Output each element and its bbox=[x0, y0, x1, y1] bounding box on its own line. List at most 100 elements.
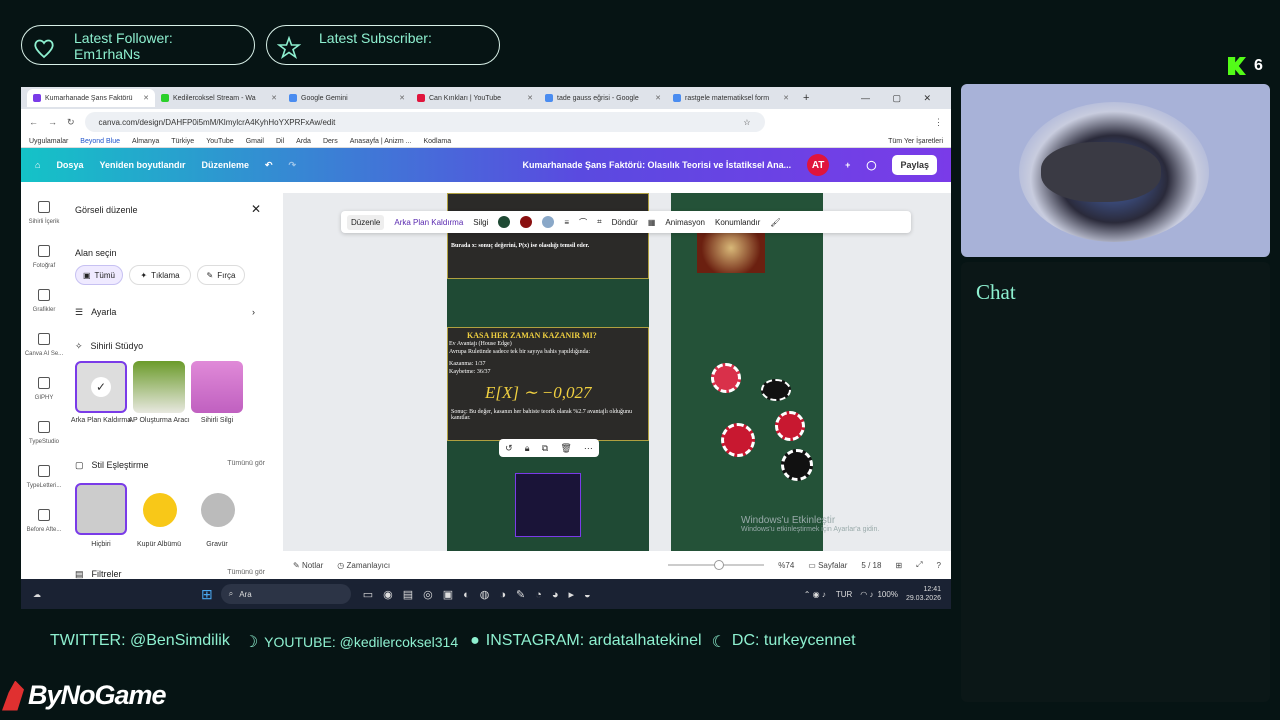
notes-button[interactable]: ✎ Notlar bbox=[293, 561, 323, 570]
rail-magic[interactable]: Sihirli İçerik bbox=[21, 193, 67, 237]
bookmark[interactable]: Tüm Yer İşaretleri bbox=[888, 138, 943, 145]
start-icon[interactable]: ⊞ bbox=[201, 586, 213, 603]
menu-file[interactable]: Dosya bbox=[56, 160, 83, 170]
home-icon[interactable]: ⌂ bbox=[35, 160, 40, 170]
comment-icon[interactable]: ◯ bbox=[866, 160, 876, 171]
bookmark[interactable]: Dil bbox=[276, 138, 284, 145]
window-controls[interactable]: — ▢ ✕ bbox=[861, 93, 951, 104]
slide-right[interactable] bbox=[671, 193, 823, 551]
share-button[interactable]: Paylaş bbox=[892, 155, 937, 175]
selected-card-image[interactable] bbox=[515, 473, 581, 537]
bookmark[interactable]: Gmail bbox=[246, 138, 264, 145]
edit-button[interactable]: Düzenle bbox=[347, 214, 385, 230]
taskbar-apps[interactable]: ▭◉▤◎▣◐◍◑✎◔◕▸◒ bbox=[363, 588, 601, 601]
doc-title[interactable]: Kumarhanade Şans Faktörü: Olasılık Teori… bbox=[523, 160, 792, 170]
transparency-icon[interactable]: ▦ bbox=[648, 218, 656, 227]
close-icon[interactable]: ✕ bbox=[271, 94, 277, 102]
close-icon[interactable]: ✕ bbox=[527, 94, 533, 102]
close-icon[interactable]: ✕ bbox=[143, 94, 149, 102]
see-all-link[interactable]: Tümünü gör bbox=[227, 569, 265, 579]
rail-typeletter[interactable]: TypeLetteri... bbox=[21, 457, 67, 501]
chip-brush[interactable]: ✎ Fırça bbox=[197, 265, 245, 285]
style-engraving-thumb[interactable] bbox=[191, 483, 243, 535]
language-indicator[interactable]: TUR bbox=[836, 590, 852, 599]
bg-remover-thumb[interactable]: ✓ bbox=[75, 361, 127, 413]
paint-format-icon[interactable]: 🖌︎ bbox=[770, 218, 780, 227]
tab-canva[interactable]: Kumarhanade Şans Faktörü ✕ bbox=[27, 89, 155, 107]
color-swatch-blue[interactable] bbox=[542, 216, 555, 228]
timer-button[interactable]: ◷ Zamanlayıcı bbox=[337, 561, 390, 570]
slide-left[interactable]: Burada x: sonuç değerini, P(x) ise olası… bbox=[447, 193, 649, 551]
reload-icon[interactable]: ↻ bbox=[67, 117, 75, 128]
position-button[interactable]: Konumlandır bbox=[715, 218, 760, 227]
help-icon[interactable]: ? bbox=[937, 561, 941, 570]
close-icon[interactable]: ✕ bbox=[783, 94, 789, 102]
rail-photo[interactable]: Fotoğraf bbox=[21, 237, 67, 281]
avatar[interactable]: AT bbox=[807, 154, 830, 176]
color-swatch-green[interactable] bbox=[498, 216, 511, 228]
bookmark[interactable]: Ders bbox=[323, 138, 338, 145]
star-icon[interactable]: ☆ bbox=[743, 118, 750, 127]
undo-icon[interactable]: ↶ bbox=[265, 160, 273, 171]
weather-icon[interactable]: ☁ bbox=[33, 590, 41, 599]
close-icon[interactable]: ✕ bbox=[399, 94, 405, 102]
rotate-icon[interactable]: ↺ bbox=[505, 443, 513, 454]
pages-button[interactable]: ▭ Sayfalar bbox=[808, 561, 847, 570]
tab-kick[interactable]: Kedilercoksel Stream - Wa ✕ bbox=[155, 89, 283, 107]
bookmark[interactable]: YouTube bbox=[206, 138, 234, 145]
lock-icon[interactable]: 🔒︎ bbox=[525, 443, 530, 454]
grid-icon[interactable]: ⊞ bbox=[895, 561, 902, 570]
delete-icon[interactable]: 🗑︎ bbox=[560, 443, 571, 454]
tab-gemini[interactable]: Google Gemini ✕ bbox=[283, 89, 411, 107]
copy-icon[interactable]: ⧉ bbox=[542, 443, 548, 454]
rail-ai[interactable]: Canva AI Se... bbox=[21, 325, 67, 369]
rail-typestudio[interactable]: TypeStudio bbox=[21, 413, 67, 457]
tray-icons[interactable]: ⌃ ◉ ♪ bbox=[804, 590, 826, 599]
style-none-thumb[interactable] bbox=[75, 483, 127, 535]
magic-eraser-thumb[interactable] bbox=[191, 361, 243, 413]
bg-generator-thumb[interactable] bbox=[133, 361, 185, 413]
bookmark[interactable]: Uygulamalar bbox=[29, 138, 68, 145]
tab-google-2[interactable]: rastgele matematiksel form ✕ bbox=[667, 89, 795, 107]
menu-edit[interactable]: Düzenleme bbox=[201, 160, 249, 170]
rotate-button[interactable]: Döndür bbox=[612, 218, 638, 227]
rail-giphy[interactable]: GIPHY bbox=[21, 369, 67, 413]
battery-level[interactable]: 100% bbox=[877, 590, 897, 599]
corner-icon[interactable]: ⌒ bbox=[579, 217, 587, 228]
rail-beforeafter[interactable]: Before Afte... bbox=[21, 501, 67, 545]
bg-remove-button[interactable]: Arka Plan Kaldırma bbox=[394, 218, 463, 227]
see-all-link[interactable]: Tümünü gör bbox=[227, 460, 265, 471]
tab-google-1[interactable]: tade gauss eğrisi - Google ✕ bbox=[539, 89, 667, 107]
taskbar-search[interactable]: ⌕ Ara bbox=[220, 584, 351, 604]
forward-icon[interactable]: → bbox=[48, 117, 57, 127]
more-icon[interactable]: ⋯ bbox=[584, 443, 593, 454]
menu-resize[interactable]: Yeniden boyutlandır bbox=[99, 160, 185, 170]
extensions-icon[interactable]: ⋮ bbox=[934, 117, 943, 128]
wifi-icon[interactable]: ◠ ♪ bbox=[860, 590, 873, 599]
bookmark[interactable]: Kodlama bbox=[423, 138, 451, 145]
redo-icon[interactable]: ↷ bbox=[289, 160, 297, 171]
url-input[interactable]: canva.com/design/DAHFP0i5mM/KlmylcrA4Kyh… bbox=[84, 112, 765, 132]
rail-graphics[interactable]: Grafikler bbox=[21, 281, 67, 325]
clock[interactable]: 12:41 29.03.2026 bbox=[906, 585, 941, 603]
chip-click[interactable]: ✦ Tıklama bbox=[129, 265, 191, 285]
color-swatch-red[interactable] bbox=[520, 216, 533, 228]
adjust-row[interactable]: ☰ Ayarla › bbox=[75, 307, 255, 318]
zoom-slider[interactable] bbox=[668, 560, 765, 570]
close-icon[interactable]: ✕ bbox=[655, 94, 661, 102]
tab-youtube[interactable]: Can Kırıkları | YouTube ✕ bbox=[411, 89, 539, 107]
fullscreen-icon[interactable]: ⤢ bbox=[916, 560, 922, 570]
animation-button[interactable]: Animasyon bbox=[665, 218, 705, 227]
lines-icon[interactable]: ≡ bbox=[564, 218, 569, 227]
new-tab-icon[interactable]: + bbox=[803, 92, 809, 104]
chip-all[interactable]: ▣ Tümü bbox=[75, 265, 123, 285]
eraser-button[interactable]: Silgi bbox=[473, 218, 488, 227]
zoom-handle[interactable] bbox=[714, 560, 725, 570]
add-icon[interactable]: + bbox=[845, 160, 850, 170]
back-icon[interactable]: ← bbox=[29, 117, 38, 127]
bookmark[interactable]: Beyond Blue bbox=[80, 138, 120, 145]
crop-icon[interactable]: ⌗ bbox=[597, 217, 602, 227]
bookmark[interactable]: Anasayfa | Anizm ... bbox=[350, 138, 412, 145]
bookmark[interactable]: Arda bbox=[296, 138, 311, 145]
bookmark[interactable]: Türkiye bbox=[171, 138, 194, 145]
